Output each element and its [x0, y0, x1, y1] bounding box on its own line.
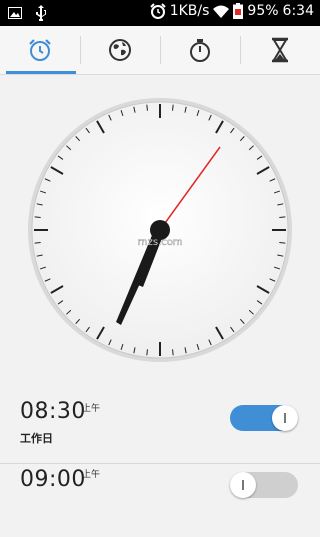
alarm-toggle[interactable] — [230, 405, 298, 431]
image-notification-icon — [8, 7, 22, 19]
alarm-item[interactable]: 09:00 上午 — [0, 463, 320, 537]
wifi-icon — [213, 5, 230, 18]
battery-icon — [233, 3, 244, 19]
tab-alarm[interactable] — [0, 26, 80, 74]
minute-tick — [279, 216, 286, 218]
network-speed: 1KB/s — [169, 3, 210, 19]
status-bar: 1KB/s 95% 6:34 — [0, 0, 320, 26]
minute-tick — [34, 242, 41, 244]
alarm-item[interactable]: 08:30 上午 工作日 — [0, 389, 320, 464]
watermark: rnzs.com — [137, 237, 182, 248]
minute-tick — [146, 104, 148, 111]
usb-icon — [36, 5, 46, 21]
stopwatch-icon — [190, 39, 210, 62]
tab-bar — [0, 26, 320, 75]
alarm-toggle[interactable] — [230, 472, 298, 498]
status-time: 6:34 — [282, 3, 314, 19]
alarm-period: 上午 — [82, 470, 101, 480]
tab-timer[interactable] — [240, 26, 320, 74]
minute-tick — [146, 349, 148, 356]
hourglass-icon — [272, 37, 288, 63]
tab-world-clock[interactable] — [80, 26, 160, 74]
minute-tick — [279, 242, 286, 244]
alarm-period: 上午 — [82, 404, 101, 414]
minute-tick — [172, 104, 174, 111]
minute-tick — [34, 216, 41, 218]
active-tab-indicator — [6, 71, 76, 74]
alarm-status-icon — [150, 3, 166, 19]
minute-tick — [172, 349, 174, 356]
toggle-knob — [272, 405, 298, 431]
battery-level: 95% — [247, 3, 279, 19]
analog-clock: rnzs.com — [0, 75, 320, 385]
alarm-time: 08:30 — [20, 399, 86, 424]
clock-face: rnzs.com — [28, 98, 292, 362]
globe-icon — [109, 39, 131, 61]
alarm-time: 09:00 — [20, 467, 86, 492]
alarm-label: 工作日 — [20, 432, 53, 445]
tab-stopwatch[interactable] — [160, 26, 240, 74]
alarm-clock-icon — [29, 39, 51, 61]
toggle-knob — [230, 472, 256, 498]
